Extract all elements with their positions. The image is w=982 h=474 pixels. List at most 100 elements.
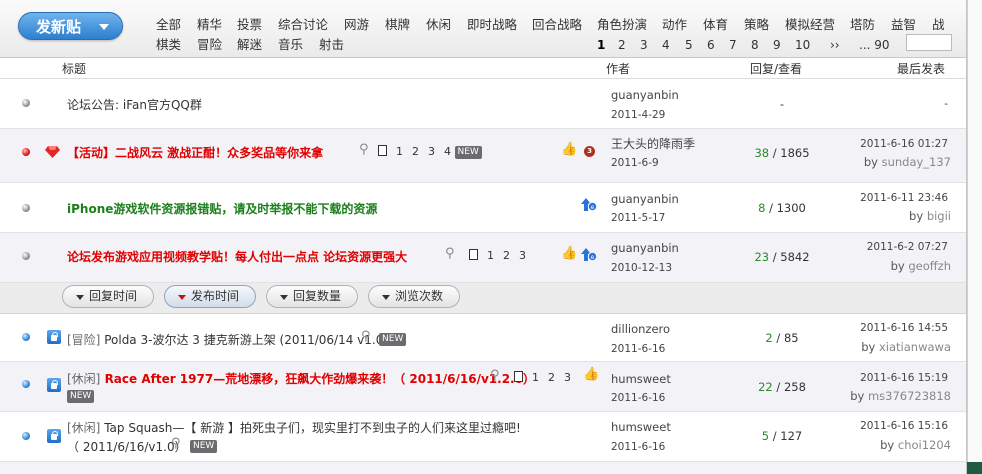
last-post-user[interactable]: ms376723818 xyxy=(868,389,951,403)
page-last[interactable]: ... 90 xyxy=(859,38,890,52)
page-jump-input[interactable] xyxy=(906,34,952,51)
last-post-user[interactable]: choi1204 xyxy=(898,438,951,452)
category-turn-based[interactable]: 回合战略 xyxy=(532,14,582,33)
thread-author[interactable]: 王大头的降雨季 xyxy=(611,135,695,152)
thread-prefix: [休闲] xyxy=(67,372,101,386)
last-post-user[interactable]: sunday_137 xyxy=(882,155,951,169)
page-link-1[interactable]: 1 xyxy=(597,38,605,52)
last-post-user[interactable]: geoffzh xyxy=(908,259,951,273)
thread-page-link[interactable]: 2 xyxy=(412,145,419,158)
category-adventure[interactable]: 冒险 xyxy=(197,34,222,53)
thread-title[interactable]: [休闲] Race After 1977—荒地漂移，狂飙大作劲爆来袭！（ 201… xyxy=(67,370,535,387)
thread-page-link[interactable]: 4 xyxy=(444,145,451,158)
sort-views-button[interactable]: 浏览次数 xyxy=(368,285,460,308)
thread-author[interactable]: humsweet xyxy=(611,420,671,434)
thread-author[interactable]: guanyanbin xyxy=(611,241,679,255)
category-shooting[interactable]: 射击 xyxy=(319,34,344,53)
category-simulation[interactable]: 模拟经营 xyxy=(785,14,835,33)
last-post-user[interactable]: xiatianwawa xyxy=(879,340,951,354)
thread-title[interactable]: [休闲] Tap Squash—【 新游 】拍死虫子们，现实里打不到虫子的人们来… xyxy=(67,419,521,436)
category-digest[interactable]: 精华 xyxy=(197,14,222,33)
thread-date: 2011-4-29 xyxy=(611,109,666,121)
view-count: 1865 xyxy=(780,146,810,160)
thread-page-link[interactable]: 3 xyxy=(564,371,571,384)
category-puzzle[interactable]: 益智 xyxy=(891,14,916,33)
page-link-8[interactable]: 8 xyxy=(751,38,759,52)
category-general[interactable]: 综合讨论 xyxy=(278,14,328,33)
thread-page-link[interactable]: 3 xyxy=(428,145,435,158)
thread-page-link[interactable]: 1 xyxy=(532,371,539,384)
category-sports[interactable]: 体育 xyxy=(703,14,728,33)
thumbs-up-icon: 👍 xyxy=(583,367,600,382)
page-link-5[interactable]: 5 xyxy=(685,38,693,52)
thread-page-link[interactable]: 2 xyxy=(548,371,555,384)
page-side-footer xyxy=(967,462,982,474)
status-dot-icon xyxy=(22,99,30,107)
page-link-10[interactable]: 10 xyxy=(795,38,810,52)
thread-title[interactable]: 【活动】二战风云 激战正酣！众多奖品等你来拿 xyxy=(67,144,323,161)
category-chess[interactable]: 棋类 xyxy=(156,34,181,53)
page-link-6[interactable]: 6 xyxy=(707,38,715,52)
thread-pages: 123 xyxy=(469,249,526,262)
page-side-background xyxy=(967,0,982,474)
thread-author[interactable]: guanyanbin xyxy=(611,192,679,206)
thread-date: 2011-6-16 xyxy=(611,441,666,453)
new-post-button[interactable]: 发新贴 xyxy=(18,12,123,40)
category-riddle[interactable]: 解迷 xyxy=(237,34,262,53)
view-count: 127 xyxy=(780,429,803,443)
sort-label: 回复时间 xyxy=(89,289,138,303)
thread-prefix: [休闲] xyxy=(67,421,101,435)
attachment-icon: ⚲ xyxy=(445,246,455,261)
thread-author[interactable]: guanyanbin xyxy=(611,88,679,102)
category-war[interactable]: 战 xyxy=(932,14,945,33)
page-link-7[interactable]: 7 xyxy=(729,38,737,52)
thread-title[interactable]: 论坛公告: iFan官方QQ群 xyxy=(67,96,202,113)
category-online[interactable]: 网游 xyxy=(344,14,369,33)
sort-reply-time-button[interactable]: 回复时间 xyxy=(62,285,154,308)
table-row: iPhone游戏软件资源报错贴，请及时举报不能下载的资源 e guanyanbi… xyxy=(0,183,966,233)
header-last-post: 最后发表 xyxy=(897,62,946,76)
category-board[interactable]: 棋牌 xyxy=(385,14,410,33)
header-replies-views: 回复/查看 xyxy=(750,62,803,76)
thread-author[interactable]: humsweet xyxy=(611,372,671,386)
thread-page-link[interactable]: 1 xyxy=(396,145,403,158)
category-casual[interactable]: 休闲 xyxy=(426,14,451,33)
arrow-down-icon xyxy=(382,295,390,300)
thread-title[interactable]: iPhone游戏软件资源报错贴，请及时举报不能下载的资源 xyxy=(67,200,377,217)
page-link-3[interactable]: 3 xyxy=(640,38,648,52)
view-count: 1300 xyxy=(776,201,806,215)
last-post-user[interactable]: bigii xyxy=(927,209,951,223)
arrow-down-icon xyxy=(99,24,109,30)
thumbs-up-icon: 👍 xyxy=(561,142,578,157)
category-poll[interactable]: 投票 xyxy=(237,14,262,33)
category-tower-defense[interactable]: 塔防 xyxy=(850,14,875,33)
thread-page-link[interactable]: 2 xyxy=(503,249,510,262)
thread-title-continued[interactable]: （ 2011/6/16/v1.0） xyxy=(67,438,187,455)
page-link-4[interactable]: 4 xyxy=(662,38,670,52)
thread-title[interactable]: [冒险] Polda 3-波尔达 3 捷克新游上架 (2011/06/14 v1… xyxy=(67,331,388,348)
page-next[interactable]: ›› xyxy=(830,38,840,52)
lock-icon xyxy=(47,429,61,443)
table-row: [休闲] Tap Squash—【 新游 】拍死虫子们，现实里打不到虫子的人们来… xyxy=(0,412,966,462)
page-link-9[interactable]: 9 xyxy=(773,38,781,52)
category-all[interactable]: 全部 xyxy=(156,14,181,33)
category-rts[interactable]: 即时战略 xyxy=(467,14,517,33)
thread-replies-views: 22 / 258 xyxy=(758,380,806,394)
thread-title[interactable]: 论坛发布游戏应用视频教学贴！每人付出一点点 论坛资源更强大 xyxy=(67,248,407,265)
attachment-icon: ⚲ xyxy=(171,436,181,451)
sort-post-time-button[interactable]: 发布时间 xyxy=(164,285,256,308)
category-action[interactable]: 动作 xyxy=(662,14,687,33)
category-music[interactable]: 音乐 xyxy=(278,34,303,53)
page-link-2[interactable]: 2 xyxy=(618,38,626,52)
thread-date: 2011-6-16 xyxy=(611,392,666,404)
thread-replies: - xyxy=(779,97,785,111)
thread-author[interactable]: dillionzero xyxy=(611,322,670,336)
sort-reply-count-button[interactable]: 回复数量 xyxy=(266,285,358,308)
table-row: 论坛公告: iFan官方QQ群 guanyanbin 2011-4-29 - - xyxy=(0,79,966,129)
category-strategy[interactable]: 策略 xyxy=(744,14,769,33)
thread-page-link[interactable]: 1 xyxy=(487,249,494,262)
category-rpg[interactable]: 角色扮演 xyxy=(597,14,647,33)
forum-toolbar: 发新贴 全部 精华 投票 综合讨论 网游 棋牌 休闲 即时战略 回合战略 角色扮… xyxy=(0,0,966,58)
table-row xyxy=(0,462,966,474)
thread-page-link[interactable]: 3 xyxy=(519,249,526,262)
